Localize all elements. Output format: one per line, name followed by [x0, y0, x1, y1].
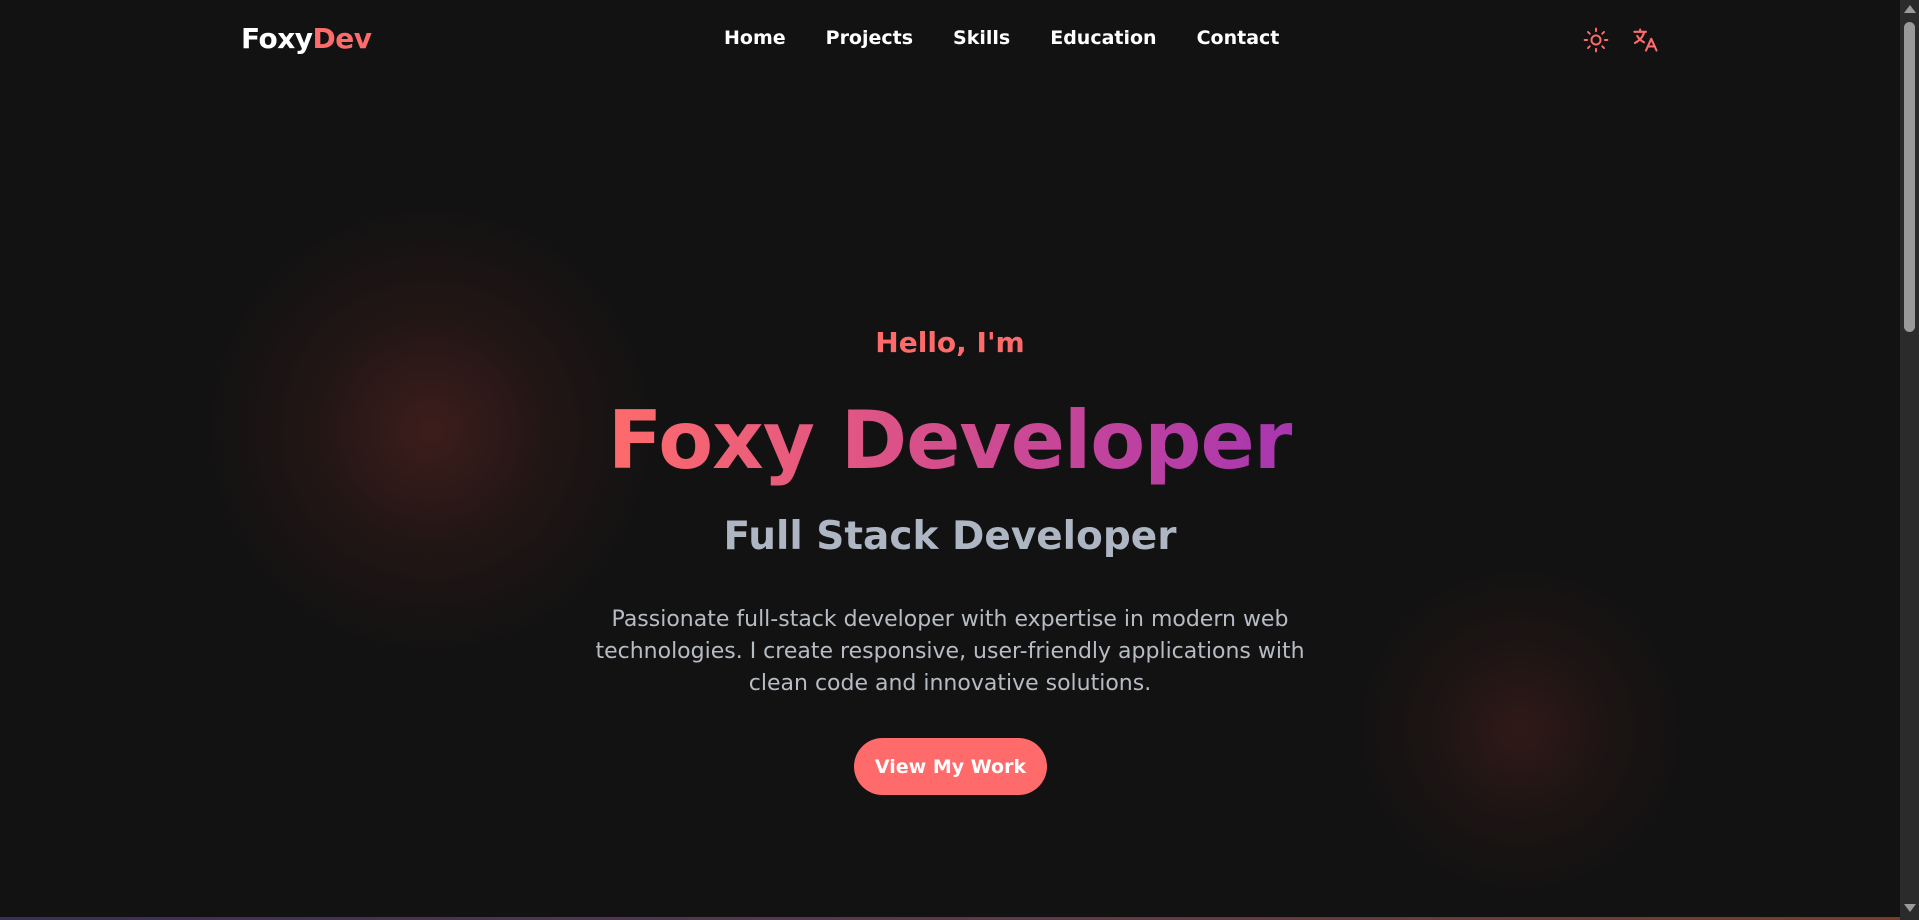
scroll-up-arrow-icon[interactable] [1904, 5, 1916, 13]
hero-description: Passionate full-stack developer with exp… [595, 607, 1305, 696]
page: FoxyDev Home Projects Skills Education C… [0, 0, 1919, 920]
hero-name: Foxy Developer [0, 395, 1900, 487]
hero-greeting: Hello, I'm [875, 326, 1025, 359]
scrollbar-thumb[interactable] [1904, 22, 1915, 332]
view-my-work-button[interactable]: View My Work [854, 738, 1047, 795]
scrollbar[interactable] [1900, 0, 1919, 920]
hero-section: Hello, I'm Foxy Developer Full Stack Dev… [0, 0, 1900, 920]
hero-name-text: Foxy Developer [607, 394, 1293, 487]
hero-role: Full Stack Developer [723, 514, 1177, 559]
scroll-down-arrow-icon[interactable] [1904, 904, 1916, 912]
